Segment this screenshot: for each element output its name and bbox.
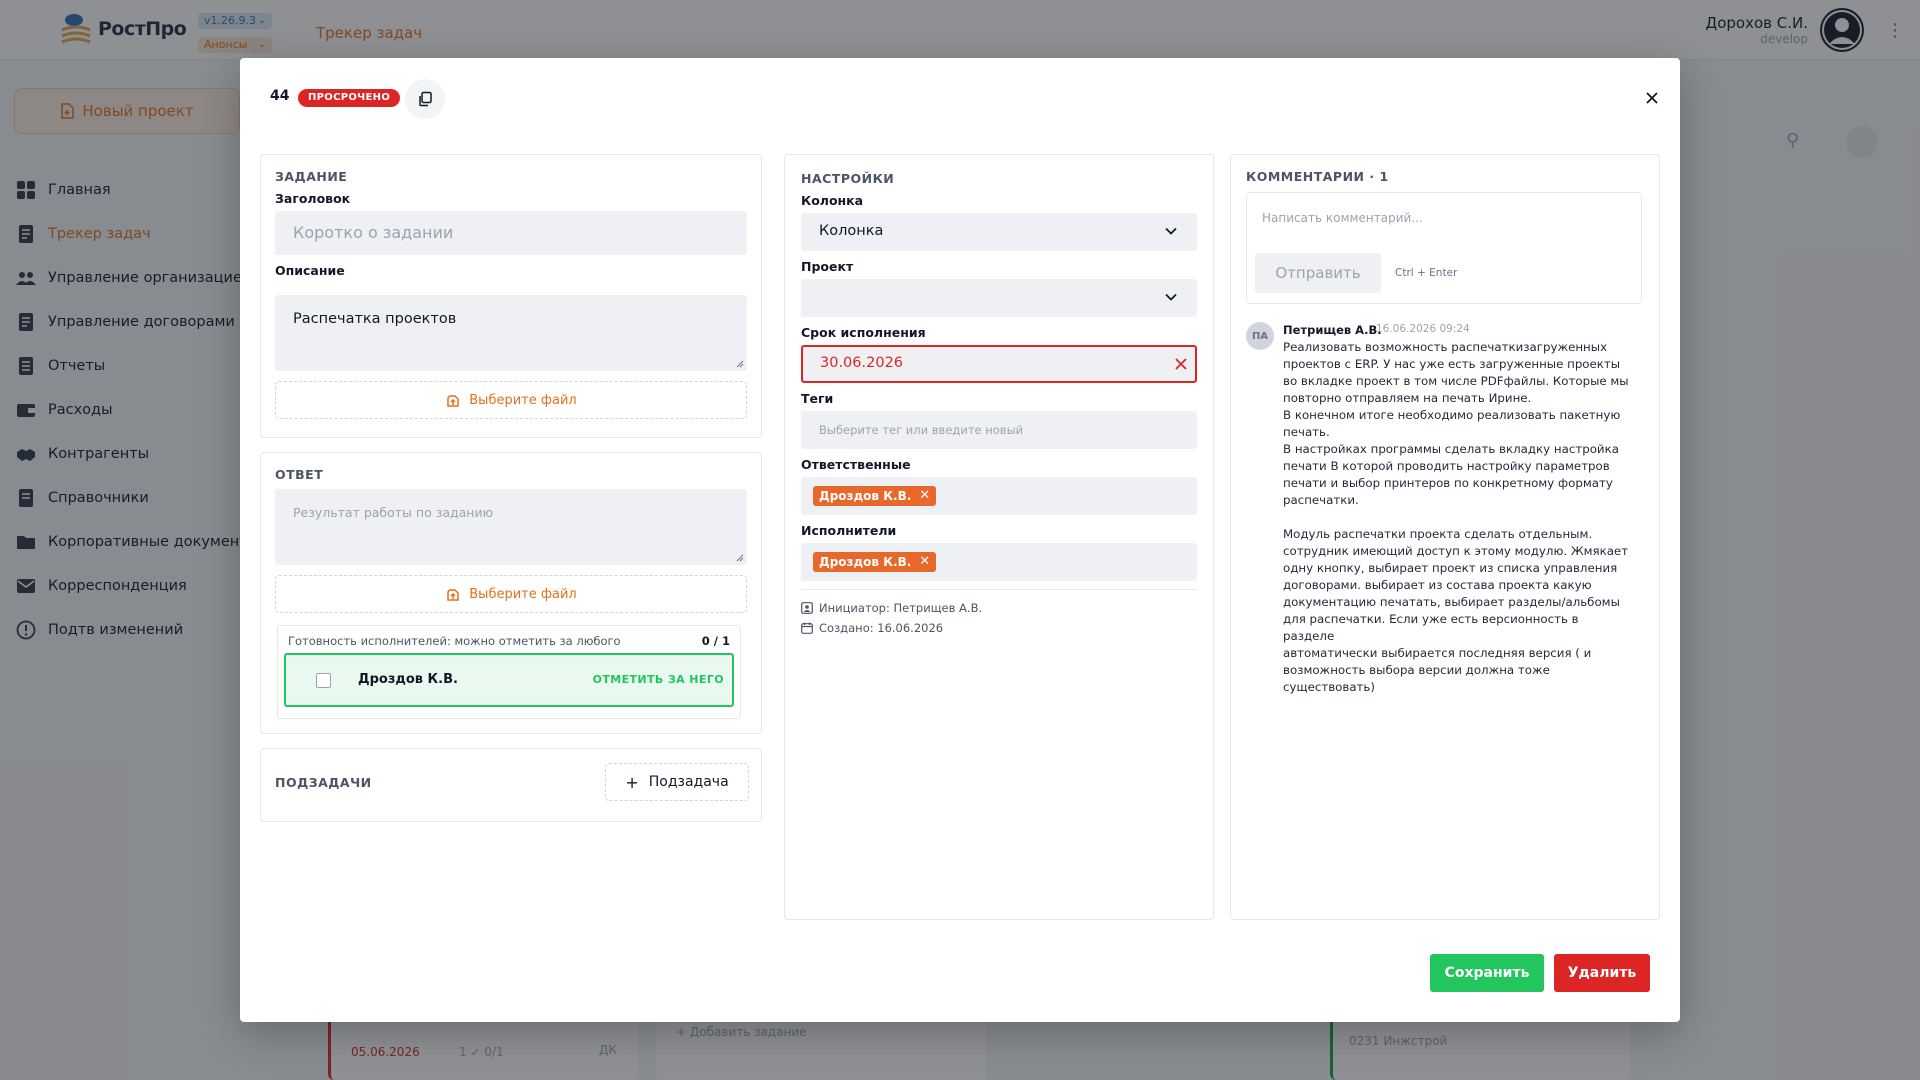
readiness-row[interactable]: Дроздов К.В. ОТМЕТИТЬ ЗА НЕГО xyxy=(284,653,734,707)
column-value: Колонка xyxy=(819,223,884,239)
comments-panel: КОММЕНТАРИИ · 1 Написать комментарий... … xyxy=(1230,154,1660,920)
resize-handle-icon[interactable] xyxy=(736,360,744,368)
column-select[interactable]: Колонка xyxy=(801,213,1197,251)
title-input[interactable]: Коротко о задании xyxy=(275,211,747,255)
created-info: Создано: 16.06.2026 xyxy=(801,621,943,635)
delete-button[interactable]: Удалить xyxy=(1554,954,1650,992)
responsible-chip[interactable]: Дроздов К.В. ✕ xyxy=(813,486,937,506)
initiator-info: Инициатор: Петрищев А.В. xyxy=(801,601,982,615)
answer-file-label: Выберите файл xyxy=(469,586,577,602)
settings-panel: НАСТРОЙКИ Колонка Колонка Проект Срок ис… xyxy=(784,154,1214,920)
add-subtask-button[interactable]: + Подзадача xyxy=(605,763,749,801)
close-icon xyxy=(1646,92,1658,104)
subtasks-section-title: ПОДЗАДАЧИ xyxy=(275,775,372,790)
description-value: Распечатка проектов xyxy=(293,311,457,327)
user-icon xyxy=(801,602,813,614)
responsible-chip-label: Дроздов К.В. xyxy=(819,489,912,503)
close-button[interactable] xyxy=(1640,86,1664,110)
readiness-checkbox[interactable] xyxy=(316,673,331,688)
save-button[interactable]: Сохранить xyxy=(1430,954,1544,992)
send-comment-button[interactable]: Отправить xyxy=(1255,253,1381,293)
executor-chip-label: Дроздов К.В. xyxy=(819,555,912,569)
file-upload-icon xyxy=(447,589,460,601)
copy-icon xyxy=(419,91,432,107)
executors-label: Исполнители xyxy=(801,523,897,538)
comments-section-title: КОММЕНТАРИИ · 1 xyxy=(1246,169,1389,184)
file-upload-icon xyxy=(447,395,460,407)
task-panel: ЗАДАНИЕ Заголовок Коротко о задании Опис… xyxy=(260,154,762,438)
avatar: ПА xyxy=(1246,322,1274,350)
title-placeholder: Коротко о задании xyxy=(293,223,454,242)
project-label: Проект xyxy=(801,259,854,274)
task-section-title: ЗАДАНИЕ xyxy=(275,169,348,184)
resize-handle-icon[interactable] xyxy=(736,554,744,562)
tags-label: Теги xyxy=(801,391,834,406)
mark-for-executor-button[interactable]: ОТМЕТИТЬ ЗА НЕГО xyxy=(593,673,724,686)
comment-input[interactable]: Написать комментарий... xyxy=(1262,211,1423,225)
title-label: Заголовок xyxy=(275,191,351,206)
chevron-down-icon xyxy=(1165,227,1177,235)
readiness-executor-name: Дроздов К.В. xyxy=(358,672,458,687)
remove-chip-icon[interactable]: ✕ xyxy=(919,486,930,506)
subtasks-panel: ПОДЗАДАЧИ + Подзадача xyxy=(260,748,762,822)
comment-text: Реализовать возможность распечаткизагруж… xyxy=(1283,340,1629,694)
settings-section-title: НАСТРОЙКИ xyxy=(801,171,895,186)
answer-textarea[interactable]: Результат работы по заданию xyxy=(275,489,747,565)
divider xyxy=(801,589,1197,590)
project-select[interactable] xyxy=(801,279,1197,317)
comment-editor: Написать комментарий... Отправить Ctrl +… xyxy=(1246,192,1642,304)
deadline-input[interactable]: 30.06.2026 xyxy=(801,345,1197,383)
column-label: Колонка xyxy=(801,193,864,208)
executor-readiness: Готовность исполнителей: можно отметить … xyxy=(277,625,741,719)
readiness-count: 0 / 1 xyxy=(701,634,730,648)
calendar-icon xyxy=(801,622,813,634)
initiator-text: Инициатор: Петрищев А.В. xyxy=(819,601,983,615)
created-text: Создано: 16.06.2026 xyxy=(819,621,944,635)
send-shortcut-hint: Ctrl + Enter xyxy=(1395,267,1458,279)
task-modal: 44 ПРОСРОЧЕНО ЗАДАНИЕ Заголовок Коротко … xyxy=(240,58,1680,1022)
answer-panel: ОТВЕТ Результат работы по заданию Выбери… xyxy=(260,452,762,734)
description-textarea[interactable]: Распечатка проектов xyxy=(275,295,747,371)
remove-chip-icon[interactable]: ✕ xyxy=(919,552,930,572)
deadline-label: Срок исполнения xyxy=(801,325,926,340)
description-label: Описание xyxy=(275,263,345,278)
copy-button[interactable] xyxy=(405,79,445,119)
add-subtask-label: Подзадача xyxy=(648,774,729,790)
tags-placeholder: Выберите тег или введите новый xyxy=(819,423,1024,437)
answer-section-title: ОТВЕТ xyxy=(275,467,324,482)
comment-date: 16.06.2026 09:24 xyxy=(1376,323,1470,335)
chevron-down-icon xyxy=(1165,293,1177,301)
executors-input[interactable]: Дроздов К.В. ✕ xyxy=(801,543,1197,581)
readiness-title: Готовность исполнителей: можно отметить … xyxy=(288,634,621,648)
answer-file-button[interactable]: Выберите файл xyxy=(275,575,747,613)
clear-icon[interactable] xyxy=(1175,358,1187,370)
comment-author: Петрищев А.В. xyxy=(1283,323,1382,337)
executor-chip[interactable]: Дроздов К.В. ✕ xyxy=(813,552,937,572)
responsible-label: Ответственные xyxy=(801,457,911,472)
status-badge: ПРОСРОЧЕНО xyxy=(298,89,401,107)
task-file-button[interactable]: Выберите файл xyxy=(275,381,747,419)
plus-icon: + xyxy=(625,772,639,792)
responsible-input[interactable]: Дроздов К.В. ✕ xyxy=(801,477,1197,515)
task-file-label: Выберите файл xyxy=(469,392,577,408)
task-number: 44 xyxy=(270,88,290,104)
tags-input[interactable]: Выберите тег или введите новый xyxy=(801,411,1197,449)
answer-placeholder: Результат работы по заданию xyxy=(293,505,494,520)
deadline-value: 30.06.2026 xyxy=(820,355,904,371)
